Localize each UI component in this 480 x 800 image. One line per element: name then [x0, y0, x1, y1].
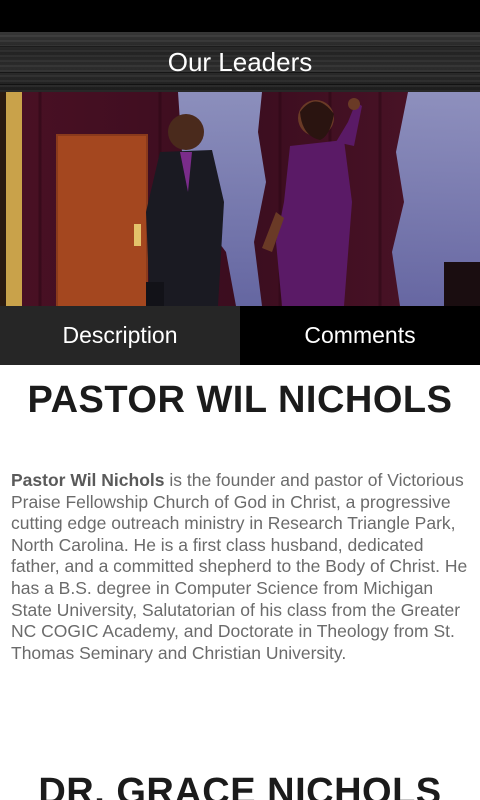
bio-text: is the founder and pastor of Victorious …: [11, 470, 468, 663]
tab-bar: Description Comments: [0, 306, 480, 365]
leaders-photo: [0, 92, 480, 306]
status-bar: [0, 0, 480, 32]
leader-name: DR. GRACE NICHOLS: [38, 771, 442, 800]
tab-comments[interactable]: Comments: [240, 306, 480, 365]
leader-name: PASTOR WIL NICHOLS: [27, 379, 453, 421]
app-header: Our Leaders: [0, 32, 480, 92]
page-title: Our Leaders: [167, 46, 313, 77]
tab-description[interactable]: Description: [0, 306, 240, 365]
leader-content: PASTOR WIL NICHOLS Pastor Wil Nichols is…: [0, 365, 480, 800]
leader-bio: Pastor Wil Nichols is the founder and pa…: [11, 470, 473, 664]
bio-name: Pastor Wil Nichols: [11, 470, 165, 490]
